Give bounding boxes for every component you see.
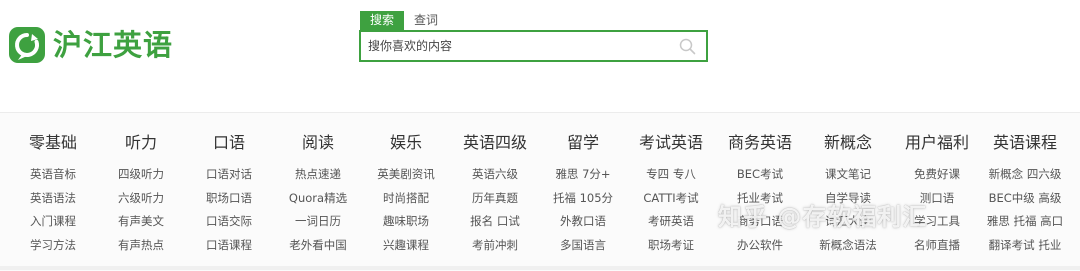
nav-column: 新概念 课文笔记 自学导读 词汇大全 新概念语法 [803, 113, 893, 257]
nav-link[interactable]: 英美剧资讯 [361, 163, 451, 187]
nav-link[interactable]: 自学导读 [803, 187, 893, 211]
hujiang-logo-icon [9, 27, 45, 63]
nav-link[interactable]: 雅思 7分+ [538, 163, 628, 187]
nav-link[interactable]: 时尚搭配 [361, 187, 451, 211]
nav-link[interactable]: 英语音标 [8, 163, 98, 187]
divider [0, 266, 1080, 270]
nav-link[interactable]: 口语课程 [184, 234, 274, 258]
nav-column: 英语四级 英语六级 历年真题 报名 口试 考前冲刺 [450, 113, 540, 257]
nav-link[interactable]: 有声热点 [96, 234, 186, 258]
nav-title-listening[interactable]: 听力 [96, 132, 186, 154]
nav-link[interactable]: 托福 105分 [538, 187, 628, 211]
nav-link[interactable]: 兴趣课程 [361, 234, 451, 258]
nav-link[interactable]: 多国语言 [538, 234, 628, 258]
nav-link[interactable]: 外教口语 [538, 210, 628, 234]
nav-link[interactable]: 职场考证 [626, 234, 716, 258]
tab-lookup-word[interactable]: 查词 [404, 11, 448, 30]
site-logo[interactable]: 沪江英语 [9, 27, 173, 63]
nav-link[interactable]: 名师直播 [892, 234, 982, 258]
nav-title-exam-english[interactable]: 考试英语 [626, 132, 716, 154]
nav-column: 口语 口语对话 职场口语 口语交际 口语课程 [184, 113, 274, 257]
nav-title-speaking[interactable]: 口语 [184, 132, 274, 154]
nav-column: 听力 四级听力 六级听力 有声美文 有声热点 [96, 113, 186, 257]
search-box [359, 30, 708, 62]
nav-title-entertainment[interactable]: 娱乐 [361, 132, 451, 154]
nav-link[interactable]: 六级听力 [96, 187, 186, 211]
nav-title-new-concept[interactable]: 新概念 [803, 132, 893, 154]
nav-link[interactable]: 专四 专八 [626, 163, 716, 187]
nav-link[interactable]: 新概念 四六级 [980, 163, 1070, 187]
nav-link[interactable]: 免费好课 [892, 163, 982, 187]
nav-column: 用户福利 免费好课 测口语 学习工具 名师直播 [892, 113, 982, 257]
nav-link[interactable]: 历年真题 [450, 187, 540, 211]
nav-link[interactable]: 学习方法 [8, 234, 98, 258]
nav-column: 零基础 英语音标 英语语法 入门课程 学习方法 [8, 113, 98, 257]
nav-link[interactable]: BEC考试 [715, 163, 805, 187]
nav-link[interactable]: 办公软件 [715, 234, 805, 258]
category-nav: 零基础 英语音标 英语语法 入门课程 学习方法 听力 四级听力 六级听力 有声美… [0, 112, 1080, 271]
nav-link[interactable]: 英语语法 [8, 187, 98, 211]
nav-link[interactable]: 四级听力 [96, 163, 186, 187]
nav-link[interactable]: 学习工具 [892, 210, 982, 234]
nav-link[interactable]: 新概念语法 [803, 234, 893, 258]
nav-title-beginner[interactable]: 零基础 [8, 132, 98, 154]
nav-link[interactable]: 词汇大全 [803, 210, 893, 234]
nav-title-study-abroad[interactable]: 留学 [538, 132, 628, 154]
nav-link[interactable]: 热点速递 [273, 163, 363, 187]
nav-link[interactable]: 考前冲刺 [450, 234, 540, 258]
nav-link[interactable]: Quora精选 [273, 187, 363, 211]
nav-title-reading[interactable]: 阅读 [273, 132, 363, 154]
logo-text: 沪江英语 [53, 28, 174, 62]
nav-link[interactable]: 考研英语 [626, 210, 716, 234]
nav-link[interactable]: 趣味职场 [361, 210, 451, 234]
nav-title-english-courses[interactable]: 英语课程 [980, 132, 1070, 154]
nav-column: 考试英语 专四 专八 CATTI考试 考研英语 职场考证 [626, 113, 716, 257]
nav-link[interactable]: 一词日历 [273, 210, 363, 234]
nav-link[interactable]: 有声美文 [96, 210, 186, 234]
nav-column: 阅读 热点速递 Quora精选 一词日历 老外看中国 [273, 113, 363, 257]
nav-link[interactable]: 口语交际 [184, 210, 274, 234]
nav-column: 留学 雅思 7分+ 托福 105分 外教口语 多国语言 [538, 113, 628, 257]
nav-link[interactable]: 老外看中国 [273, 234, 363, 258]
nav-link[interactable]: 测口语 [892, 187, 982, 211]
nav-link[interactable]: 入门课程 [8, 210, 98, 234]
nav-link[interactable]: BEC中级 高级 [980, 187, 1070, 211]
search-icon[interactable] [679, 38, 696, 55]
tab-search[interactable]: 搜索 [360, 11, 405, 30]
nav-link[interactable]: 商务口语 [715, 210, 805, 234]
nav-link[interactable]: 口语对话 [184, 163, 274, 187]
nav-link[interactable]: 雅思 托福 高口 [980, 210, 1070, 234]
search-input[interactable] [361, 32, 668, 60]
nav-link[interactable]: 翻译考试 托业 [980, 234, 1070, 258]
nav-link[interactable]: 报名 口试 [450, 210, 540, 234]
nav-column: 娱乐 英美剧资讯 时尚搭配 趣味职场 兴趣课程 [361, 113, 451, 257]
nav-link[interactable]: CATTI考试 [626, 187, 716, 211]
search-tabs: 搜索 查词 [360, 11, 448, 30]
site-header: 沪江英语 搜索 查词 [0, 0, 1080, 112]
nav-link[interactable]: 英语六级 [450, 163, 540, 187]
nav-link[interactable]: 职场口语 [184, 187, 274, 211]
nav-column: 英语课程 新概念 四六级 BEC中级 高级 雅思 托福 高口 翻译考试 托业 [980, 113, 1070, 257]
nav-title-business-english[interactable]: 商务英语 [715, 132, 805, 154]
nav-title-cet4[interactable]: 英语四级 [450, 132, 540, 154]
nav-link[interactable]: 课文笔记 [803, 163, 893, 187]
nav-title-user-benefits[interactable]: 用户福利 [892, 132, 982, 154]
nav-column: 商务英语 BEC考试 托业考试 商务口语 办公软件 [715, 113, 805, 257]
nav-link[interactable]: 托业考试 [715, 187, 805, 211]
